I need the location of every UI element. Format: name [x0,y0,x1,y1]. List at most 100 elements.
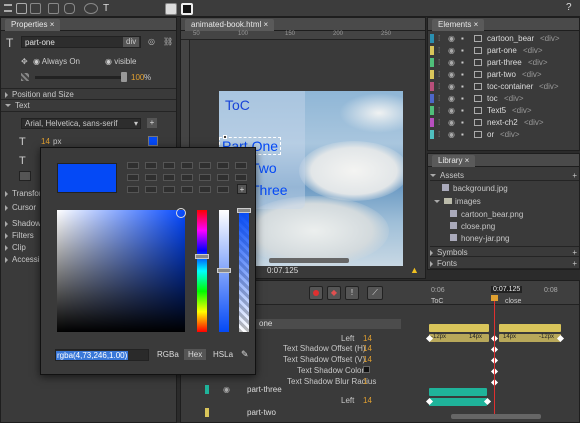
text-align-icon[interactable] [19,171,31,181]
opacity-slider[interactable] [35,76,123,79]
drag-handle-icon[interactable]: ⁞ [438,33,440,44]
tab-document[interactable]: animated-book.html × [185,19,275,31]
prop-value[interactable]: 14 [363,334,372,343]
eye-icon[interactable]: ◉ [448,81,455,92]
element-row[interactable]: ⁞ ◉ ▪ toc <div> [430,93,578,104]
image-item[interactable]: honey-jar.png [450,233,509,244]
element-row[interactable]: ⁞ ◉ ▪ toc-container <div> [430,81,578,92]
record-button[interactable] [309,286,323,300]
add-font-library-button[interactable]: + [572,258,577,269]
color-swatch[interactable] [217,174,229,181]
keyframe-bar[interactable] [429,324,489,332]
color-swatch[interactable] [235,174,247,181]
lock-icon[interactable]: ▪ [461,129,464,140]
alpha-slider-handle[interactable] [237,208,251,213]
lock-icon[interactable]: ▪ [461,69,464,80]
element-row[interactable]: ⁞ ◉ ▪ next-ch2 <div> [430,117,578,128]
drag-handle-icon[interactable]: ⁞ [438,57,440,68]
lock-icon[interactable]: ▪ [461,81,464,92]
stage-scrollbar[interactable] [269,258,349,263]
asset-item[interactable]: background.jpg [442,183,508,194]
toc-heading[interactable]: ToC [225,97,250,113]
add-swatch-button[interactable]: + [237,184,247,194]
element-row[interactable]: ⁞ ◉ ▪ cartoon_bear <div> [430,33,578,44]
ellipse-tool-icon[interactable] [84,3,98,14]
text-shadow-color-swatch[interactable] [363,366,370,373]
prop-value[interactable]: 14 [363,344,372,353]
help-button[interactable]: ? [566,2,572,13]
marker-button[interactable]: ! [345,286,359,300]
lightness-slider-handle[interactable] [217,268,231,273]
color-swatch[interactable] [199,162,211,169]
color-swatch[interactable] [127,162,139,169]
element-type-select[interactable]: div [123,37,140,47]
section-text[interactable]: Text [1,100,176,112]
color-swatch[interactable] [235,162,247,169]
part-three-text[interactable]: Three [251,182,288,198]
selection-handle[interactable] [223,135,227,139]
symbols-section[interactable]: Symbols + [430,246,579,257]
transform-tool-icon[interactable] [30,3,41,14]
eye-icon[interactable]: ◉ [448,105,455,116]
playhead-handle[interactable] [491,295,498,301]
visibility-select[interactable]: ◉ visible [105,57,136,66]
prop-value[interactable]: 14 [363,355,372,364]
mode-hsla-button[interactable]: HSLa [213,350,233,359]
add-font-button[interactable]: + [147,118,157,128]
background-color-swatch[interactable] [165,3,177,15]
pin-button[interactable]: ◆ [327,286,341,300]
mode-rgba-button[interactable]: RGBa [157,350,179,359]
element-row[interactable]: ⁞ ◉ ▪ or <div> [430,129,578,140]
lock-icon[interactable]: ▪ [461,117,464,128]
drag-handle-icon[interactable]: ⁞ [438,93,440,104]
tab-elements[interactable]: Elements × [432,19,485,31]
drag-handle-icon[interactable]: ⁞ [438,81,440,92]
add-asset-button[interactable]: + [572,170,577,181]
color-swatch[interactable] [199,186,211,193]
eye-icon[interactable]: ◉ [448,33,455,44]
text-tool-icon[interactable]: T [103,3,114,14]
tab-library[interactable]: Library × [432,155,476,167]
color-swatch[interactable] [199,174,211,181]
color-swatch[interactable] [127,186,139,193]
color-swatch[interactable] [163,162,175,169]
lock-icon[interactable]: ▪ [461,33,464,44]
timeline-row-part-three[interactable]: ◉ part-three [181,384,401,395]
color-swatch[interactable] [181,186,193,193]
color-swatch[interactable] [127,174,139,181]
color-value-input[interactable]: rgba(4,73,246,1.00) [55,349,149,361]
keyframe-bar[interactable] [429,398,487,406]
color-field-cursor[interactable] [176,208,186,218]
element-row[interactable]: ⁞ ◉ ▪ part-two <div> [430,69,578,80]
color-swatch[interactable] [181,162,193,169]
opacity-value[interactable]: 100 [131,73,144,82]
lock-icon[interactable]: ▪ [461,93,464,104]
class-icon[interactable]: ◎ [148,37,155,46]
overflow-select[interactable]: ◉ Always On [33,57,80,66]
add-symbol-button[interactable]: + [572,247,577,258]
eye-icon[interactable]: ◉ [448,57,455,68]
color-swatch[interactable] [145,186,157,193]
warning-icon[interactable]: ▲ [410,265,419,275]
rectangle-tool-icon[interactable] [48,3,59,14]
easing-button[interactable]: ⟋ [367,286,383,300]
prop-value[interactable]: 14 [363,396,372,405]
section-position-size[interactable]: Position and Size [1,88,176,100]
text-color-swatch[interactable] [148,136,158,146]
keyframe-bar[interactable] [429,388,487,396]
toolbar-menu-icon[interactable] [4,4,12,12]
lock-icon[interactable]: ▪ [461,45,464,56]
eye-icon[interactable]: ◉ [448,69,455,80]
color-swatch[interactable] [217,162,229,169]
time-ruler[interactable]: 0:06 0:07.125 0:08 ToC close [401,285,579,313]
fonts-section[interactable]: Fonts + [430,258,579,269]
hue-slider[interactable] [197,210,207,332]
playhead-line[interactable] [494,299,495,419]
opacity-slider-handle[interactable] [121,72,127,82]
element-row[interactable]: ⁞ ◉ ▪ part-three <div> [430,57,578,68]
eye-icon[interactable]: ◉ [448,93,455,104]
font-family-select[interactable]: Arial, Helvetica, sans-serif ▾ [21,118,141,129]
eyedropper-icon[interactable]: ✎ [241,349,249,360]
rounded-rectangle-tool-icon[interactable] [64,3,75,14]
color-swatch[interactable] [181,174,193,181]
